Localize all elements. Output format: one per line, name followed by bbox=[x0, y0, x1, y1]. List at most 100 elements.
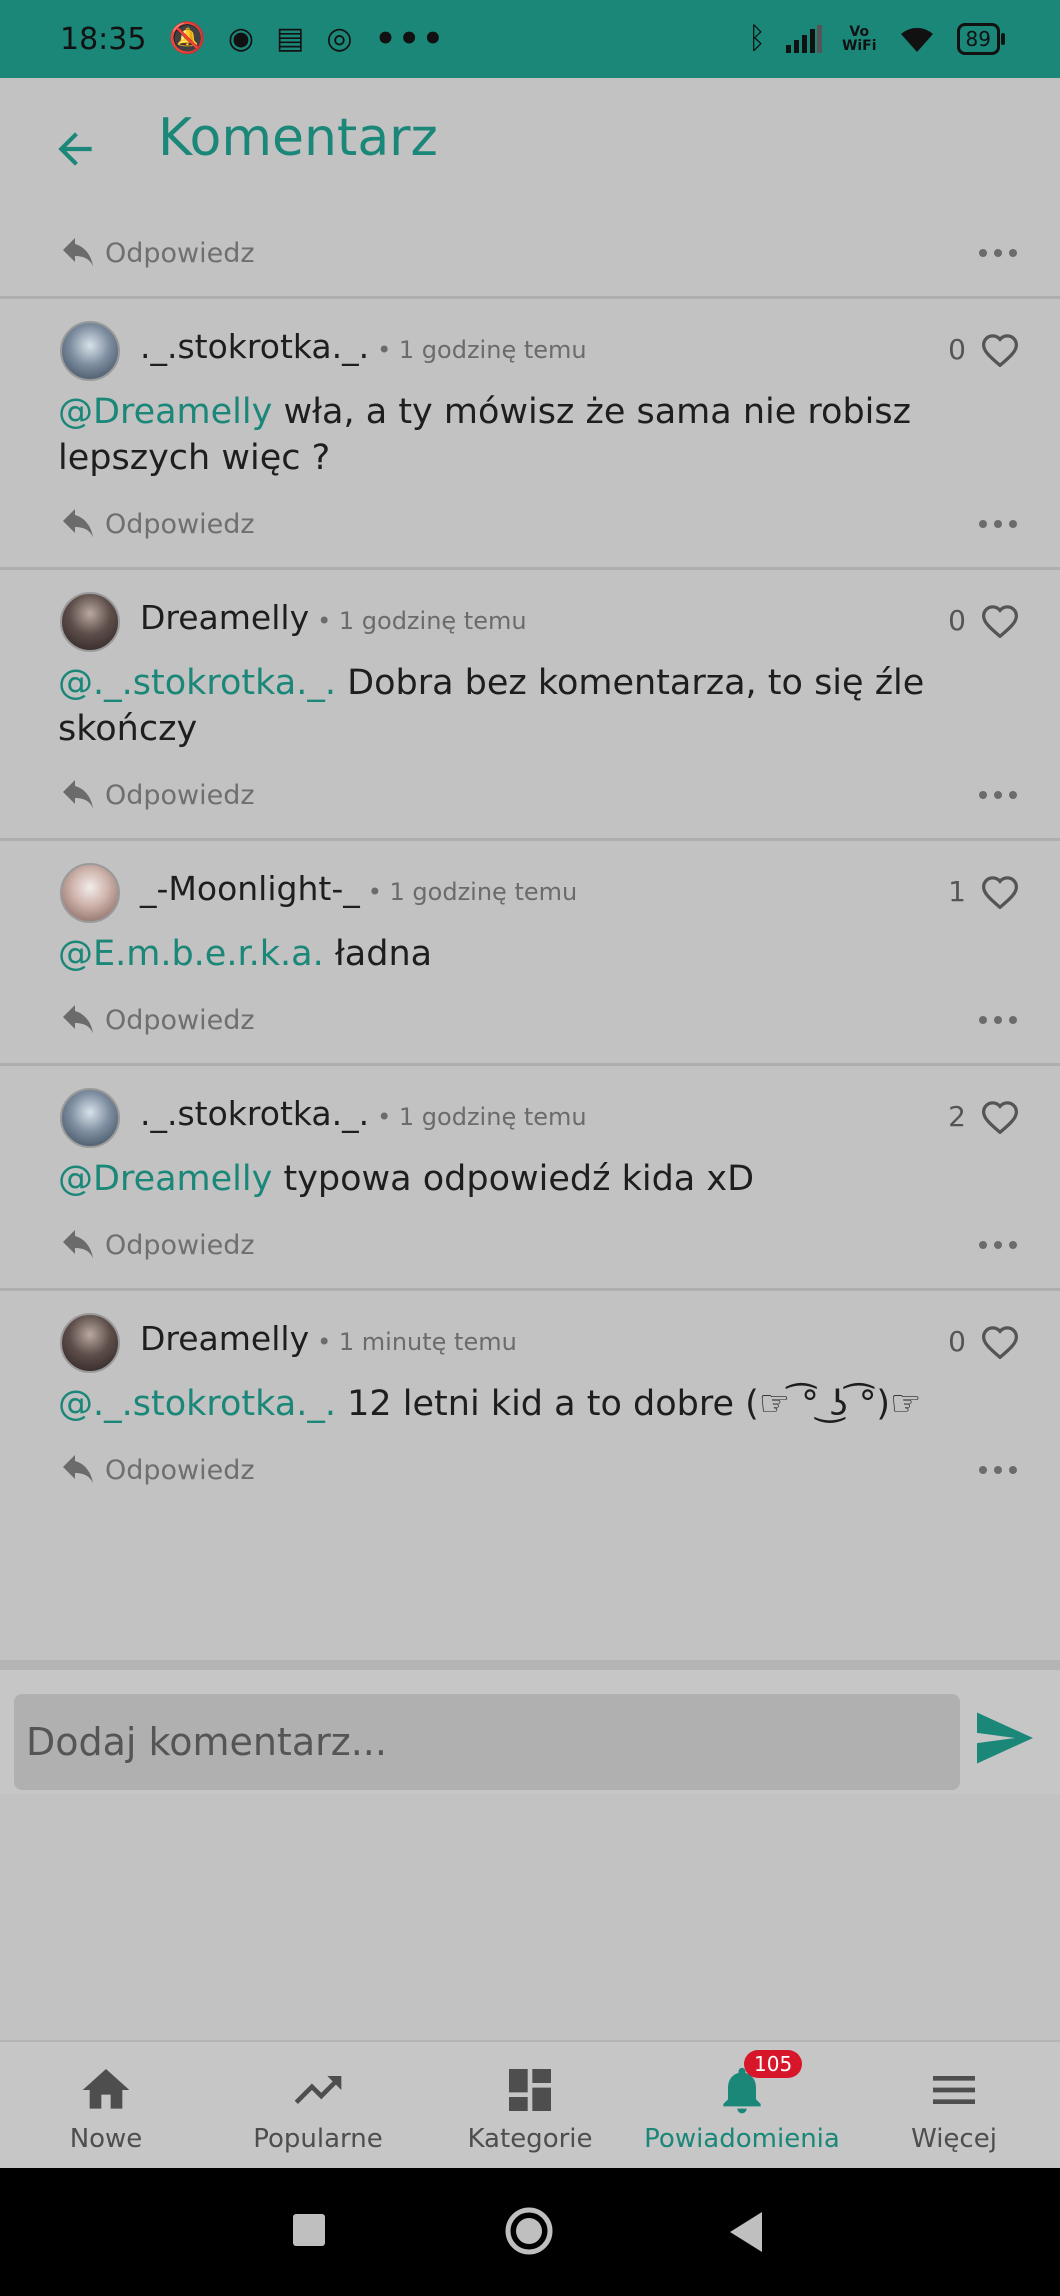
comment-text: @Dreamelly wła, a ty mówisz że sama nie … bbox=[0, 389, 1060, 481]
status-right: ᛒ Vo WiFi 89 bbox=[747, 21, 1006, 56]
comment-list[interactable]: Odpowiedz ._.stokrotka._. • 1 godzinę tem… bbox=[0, 210, 1060, 1513]
reply-button[interactable]: Odpowiedz bbox=[105, 1005, 255, 1036]
like-count: 2 bbox=[948, 1100, 966, 1133]
heart-icon[interactable] bbox=[980, 331, 1020, 367]
nav-item-wiecej[interactable]: Więcej bbox=[848, 2042, 1060, 2170]
heart-icon[interactable] bbox=[980, 873, 1020, 909]
reply-button[interactable]: Odpowiedz bbox=[105, 780, 255, 811]
comment-input[interactable] bbox=[14, 1694, 960, 1790]
heart-icon[interactable] bbox=[980, 1098, 1020, 1134]
comment-time: • 1 minutę temu bbox=[317, 1328, 517, 1356]
trending-icon bbox=[294, 2076, 342, 2104]
comment-time: • 1 godzinę temu bbox=[377, 336, 587, 364]
heart-icon[interactable] bbox=[980, 602, 1020, 638]
reply-icon[interactable] bbox=[60, 1230, 96, 1260]
mention-link[interactable]: @E.m.b.e.r.k.a. bbox=[58, 934, 324, 974]
mute-bell-icon: 🔕 bbox=[168, 21, 206, 56]
reply-button[interactable]: Odpowiedz bbox=[105, 509, 255, 540]
like-count: 0 bbox=[948, 1325, 966, 1358]
comment-actions: Odpowiedz bbox=[0, 481, 1060, 567]
nav-label: Nowe bbox=[69, 2124, 143, 2154]
comment-actions: Odpowiedz bbox=[0, 1202, 1060, 1288]
comment-author[interactable]: ._.stokrotka._. • 1 godzinę temu bbox=[140, 1094, 587, 1133]
comment-body: 12 letni kid a to dobre (☞ ͡° ͜ʖ ͡°)☞ bbox=[336, 1384, 922, 1424]
comment-header: ._.stokrotka._. • 1 godzinę temu 2 bbox=[0, 1066, 1060, 1156]
dashboard-icon bbox=[509, 2069, 551, 2111]
nav-label: Popularne bbox=[253, 2124, 383, 2154]
avatar[interactable] bbox=[60, 1088, 120, 1148]
nav-item-popularne[interactable]: Popularne bbox=[212, 2042, 424, 2170]
comment-header: _-Moonlight-_ • 1 godzinę temu 1 bbox=[0, 841, 1060, 931]
reply-button[interactable]: Odpowiedz bbox=[105, 238, 255, 269]
avatar[interactable] bbox=[60, 592, 120, 652]
comment-time: • 1 godzinę temu bbox=[367, 878, 578, 906]
news-icon: ▤ bbox=[276, 21, 305, 56]
more-options-icon[interactable] bbox=[978, 1015, 1018, 1025]
comment-item: ._.stokrotka._. • 1 godzinę temu 2 @Dream… bbox=[0, 1066, 1060, 1288]
reply-button[interactable]: Odpowiedz bbox=[105, 1455, 255, 1486]
back-arrow-icon[interactable] bbox=[50, 124, 100, 174]
bottom-navigation: Nowe Popularne Kategorie 105 Powiadomien… bbox=[0, 2040, 1060, 2170]
username[interactable]: Dreamelly bbox=[140, 1319, 309, 1358]
mention-link[interactable]: @._.stokrotka._. bbox=[58, 663, 336, 703]
more-options-icon[interactable] bbox=[978, 1465, 1018, 1475]
back-triangle-icon[interactable] bbox=[726, 2210, 766, 2254]
comment-composer bbox=[0, 1660, 1060, 1794]
comment-header: ._.stokrotka._. • 1 godzinę temu 0 bbox=[0, 299, 1060, 389]
menu-icon bbox=[933, 2076, 975, 2104]
reply-icon[interactable] bbox=[60, 1005, 96, 1035]
reply-button[interactable]: Odpowiedz bbox=[105, 1230, 255, 1261]
reply-icon[interactable] bbox=[60, 780, 96, 810]
comment-text: @._.stokrotka._. 12 letni kid a to dobre… bbox=[0, 1381, 1060, 1427]
bluetooth-icon: ᛒ bbox=[747, 21, 766, 56]
comment-actions: Odpowiedz bbox=[0, 752, 1060, 838]
heart-icon[interactable] bbox=[980, 1323, 1020, 1359]
chrome-icon: ◎ bbox=[326, 21, 353, 56]
username[interactable]: Dreamelly bbox=[140, 598, 309, 637]
comment-header: Dreamelly • 1 minutę temu 0 bbox=[0, 1291, 1060, 1381]
nav-label: Powiadomienia bbox=[644, 2124, 840, 2154]
mention-link[interactable]: @Dreamelly bbox=[58, 1159, 272, 1199]
reply-icon[interactable] bbox=[60, 1455, 96, 1485]
comment-actions: Odpowiedz bbox=[0, 210, 1060, 296]
comment-body: typowa odpowiedź kida xD bbox=[272, 1159, 755, 1199]
battery-icon: 89 bbox=[956, 23, 1006, 55]
comment-author[interactable]: Dreamelly • 1 godzinę temu bbox=[140, 598, 527, 637]
page-title: Komentarz bbox=[158, 108, 438, 168]
comment-item: Dreamelly • 1 godzinę temu 0 @._.stokrotk… bbox=[0, 570, 1060, 838]
mention-link[interactable]: @._.stokrotka._. bbox=[58, 1384, 336, 1424]
home-button-icon[interactable] bbox=[504, 2206, 554, 2256]
comment-item: _-Moonlight-_ • 1 godzinę temu 1 @E.m.b.e… bbox=[0, 841, 1060, 1063]
like-count: 1 bbox=[948, 875, 966, 908]
nav-label: Więcej bbox=[911, 2124, 997, 2154]
nav-item-powiadomienia[interactable]: 105 Powiadomienia bbox=[636, 2042, 848, 2170]
recents-icon[interactable] bbox=[293, 2214, 325, 2246]
avatar[interactable] bbox=[60, 321, 120, 381]
avatar[interactable] bbox=[60, 863, 120, 923]
status-left: 18:35 🔕 ◉ ▤ ◎ ••• bbox=[60, 19, 446, 59]
username[interactable]: ._.stokrotka._. bbox=[140, 327, 369, 366]
more-options-icon[interactable] bbox=[978, 248, 1018, 258]
reply-icon[interactable] bbox=[60, 509, 96, 539]
nav-item-nowe[interactable]: Nowe bbox=[0, 2042, 212, 2170]
send-icon[interactable] bbox=[974, 1710, 1036, 1766]
wifi-icon bbox=[900, 27, 933, 52]
username[interactable]: ._.stokrotka._. bbox=[140, 1094, 369, 1133]
nav-item-kategorie[interactable]: Kategorie bbox=[424, 2042, 636, 2170]
comment-author[interactable]: ._.stokrotka._. • 1 godzinę temu bbox=[140, 327, 587, 366]
more-options-icon[interactable] bbox=[978, 1240, 1018, 1250]
comment-author[interactable]: _-Moonlight-_ • 1 godzinę temu bbox=[140, 869, 577, 908]
more-options-icon[interactable] bbox=[978, 790, 1018, 800]
more-options-icon[interactable] bbox=[978, 519, 1018, 529]
status-bar: 18:35 🔕 ◉ ▤ ◎ ••• ᛒ Vo WiFi 89 bbox=[0, 0, 1060, 78]
comment-item: Dreamelly • 1 minutę temu 0 @._.stokrotka… bbox=[0, 1291, 1060, 1513]
reply-icon[interactable] bbox=[60, 238, 96, 268]
avatar[interactable] bbox=[60, 1313, 120, 1373]
more-notifications-icon: ••• bbox=[374, 19, 446, 59]
system-navigation-bar bbox=[0, 2168, 1060, 2296]
mention-link[interactable]: @Dreamelly bbox=[58, 392, 272, 432]
comment-text: @._.stokrotka._. Dobra bez komentarza, t… bbox=[0, 660, 1060, 752]
home-icon bbox=[82, 2069, 130, 2109]
username[interactable]: _-Moonlight-_ bbox=[140, 869, 360, 908]
comment-author[interactable]: Dreamelly • 1 minutę temu bbox=[140, 1319, 517, 1358]
